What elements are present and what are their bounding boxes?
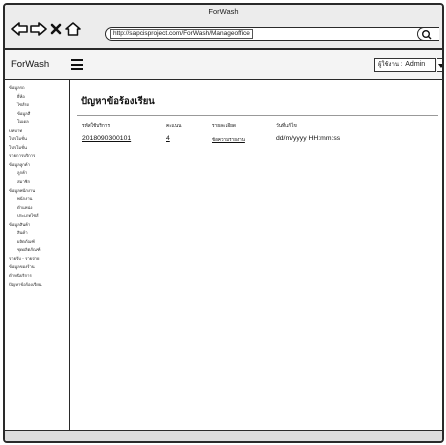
sidebar-item[interactable]: ยี่ห้อ [5,93,69,102]
search-button[interactable] [417,27,439,41]
sidebar-item[interactable]: ข้อมูลพนักงาน [5,187,69,196]
browser-window: ForWash http://sapcisproject.com/ForWash… [3,3,444,443]
app-header: ForWash ผู้ใช้งาน : Admin [5,50,442,80]
sidebar-item[interactable]: ผลิตภัณฑ์ [5,238,69,247]
sidebar-item[interactable]: โมเดล [5,118,69,127]
user-label: ผู้ใช้งาน : [378,62,403,68]
sidebar-item[interactable]: รายรับ - รายจ่าย [5,255,69,264]
sidebar-item[interactable]: ข้อมูลลูกค้า [5,161,69,170]
page-footer [5,430,442,441]
address-bar[interactable]: http://sapcisproject.com/ForWash/Manageo… [105,27,438,41]
sidebar-item[interactable]: ตำหนิบริการ [5,272,69,281]
sidebar-item[interactable]: ลูกค้า [5,169,69,178]
edited-date-cell: dd/m/yyyy HH:mm:ss [276,135,341,142]
brand-logo[interactable]: ForWash [11,59,49,70]
page-title: ปัญหาข้อร้องเรียน [81,96,155,107]
sidebar-item[interactable]: ชุดผลิตภัณฑ์ [5,246,69,255]
forward-arrow-icon[interactable] [30,21,47,37]
sidebar-item[interactable]: สมาชิก [5,178,69,187]
sidebar-item[interactable]: พนักงาน [5,195,69,204]
browser-toolbar: ForWash http://sapcisproject.com/ForWash… [5,5,442,50]
sidebar-item[interactable]: ข้อมูลรถ [5,84,69,93]
search-icon [422,30,432,40]
detail-link[interactable]: ข้อความรายงาน [212,137,245,144]
column-header-detail: รายละเอียด [212,124,237,129]
column-header-edited-date: วันที่แก้ไข [276,124,297,129]
main-content: ปัญหาข้อร้องเรียน รหัสใช้บริการ คะแนน รา… [71,80,442,430]
sidebar-item[interactable]: ข้อมูลสี [5,110,69,119]
home-icon[interactable] [65,21,81,37]
window-title: ForWash [208,7,239,16]
sidebar-item[interactable]: โปรโมชั่น [5,144,69,153]
user-menu[interactable]: ผู้ใช้งาน : Admin [374,58,436,72]
menu-icon[interactable] [71,59,83,70]
sidebar-item[interactable]: ข้อมูลสินค้า [5,221,69,230]
sidebar-item[interactable]: ไซส์รถ [5,101,69,110]
service-id-link[interactable]: 2018090300101 [82,135,131,142]
column-header-service-id: รหัสใช้บริการ [82,124,111,129]
sidebar-item[interactable]: สินค้า [5,229,69,238]
user-name: Admin [405,61,426,68]
sidebar-item[interactable]: บทบาท [5,127,69,136]
score-link[interactable]: 4 [166,135,170,142]
divider [77,115,438,116]
close-icon[interactable] [50,21,62,37]
sidebar-item[interactable]: ตำแหน่ง [5,204,69,213]
column-header-score: คะแนน [166,124,182,129]
back-arrow-icon[interactable] [11,21,28,37]
sidebar-item[interactable]: โปรโมชั่น [5,135,69,144]
sidebar-item-complaints[interactable]: ปัญหาข้อร้องเรียน [5,281,69,290]
sidebar-item[interactable]: ข้อมูลของร้าน [5,263,69,272]
url-text: http://sapcisproject.com/ForWash/Manageo… [110,29,253,39]
chevron-down-icon[interactable] [437,58,442,72]
sidebar-item[interactable]: รายการบริการ [5,152,69,161]
sidebar-nav: ข้อมูลรถ ยี่ห้อ ไซส์รถ ข้อมูลสี โมเดล บท… [5,80,70,430]
sidebar-item[interactable]: ประเภทไซส์ [5,212,69,221]
